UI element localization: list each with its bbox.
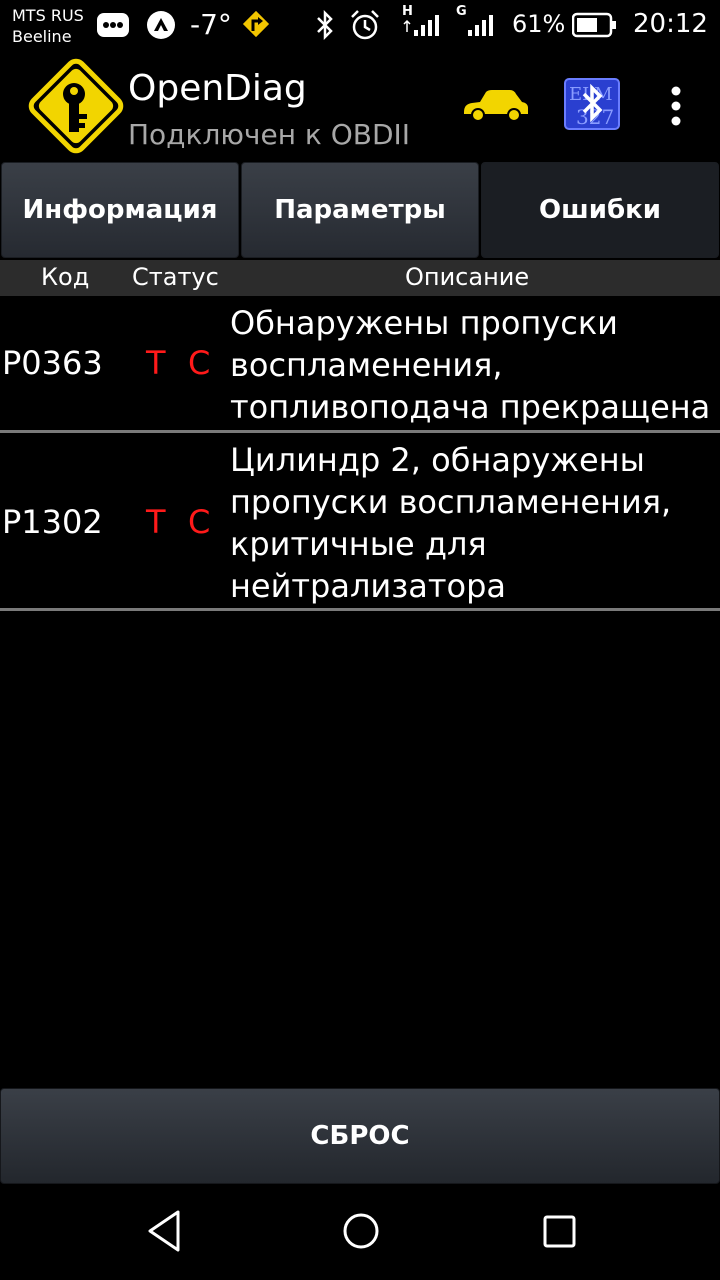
table-header: Код Статус Описание (0, 260, 720, 296)
app-icon (147, 11, 175, 39)
battery-icon (572, 12, 616, 38)
error-code: P0363 (2, 344, 103, 382)
alarm-icon (351, 10, 379, 40)
overflow-menu-icon[interactable] (664, 84, 688, 128)
car-icon[interactable] (462, 88, 530, 122)
messages-icon (97, 13, 129, 37)
bluetooth-icon (317, 10, 333, 40)
error-code: P1302 (2, 503, 103, 541)
status-c: C (188, 503, 211, 541)
back-icon[interactable] (142, 1206, 186, 1256)
signal-icon (403, 15, 439, 36)
column-header-code: Код (41, 263, 90, 291)
error-description: Цилиндр 2, обнаружены пропуски воспламен… (230, 441, 672, 605)
signal-icon-secondary (468, 15, 493, 36)
action-bar: OpenDiag Подключен к OBDII ELM 327 (0, 52, 720, 160)
recents-icon[interactable] (540, 1206, 580, 1256)
table-row[interactable]: P0363 T C Обнаружены пропуски воспламене… (0, 296, 720, 433)
navigation-bar (0, 1184, 720, 1280)
clock: 20:12 (633, 9, 708, 39)
tab-bar: Информация Параметры Ошибки (0, 162, 720, 258)
tab-info[interactable]: Информация (1, 162, 239, 258)
carrier-name: MTS RUS (12, 6, 84, 25)
carrier-name-secondary: Beeline (12, 27, 72, 46)
app-title: OpenDiag (128, 68, 307, 109)
status-bar: MTS RUS Beeline -7° H G 61% 20:12 (0, 0, 720, 52)
app-logo-icon (28, 58, 124, 154)
temperature: -7° (190, 8, 232, 41)
battery-percent: 61% (512, 10, 566, 38)
table-row[interactable]: P1302 T C Цилиндр 2, обнаружены пропуски… (0, 433, 720, 611)
tab-errors[interactable]: Ошибки (481, 162, 719, 258)
connection-status: Подключен к OBDII (128, 118, 411, 151)
home-icon[interactable] (340, 1206, 382, 1256)
column-header-status: Статус (132, 263, 219, 291)
status-c: C (188, 344, 211, 382)
bluetooth-adapter-icon[interactable]: ELM 327 (564, 78, 620, 130)
status-t: T (146, 503, 166, 541)
reset-button[interactable]: СБРОС (0, 1088, 720, 1184)
column-header-description: Описание (405, 263, 530, 291)
status-t: T (146, 344, 166, 382)
navigation-icon (240, 8, 272, 40)
error-description: Обнаружены пропуски воспламенения, топли… (230, 304, 711, 426)
tab-parameters[interactable]: Параметры (241, 162, 479, 258)
